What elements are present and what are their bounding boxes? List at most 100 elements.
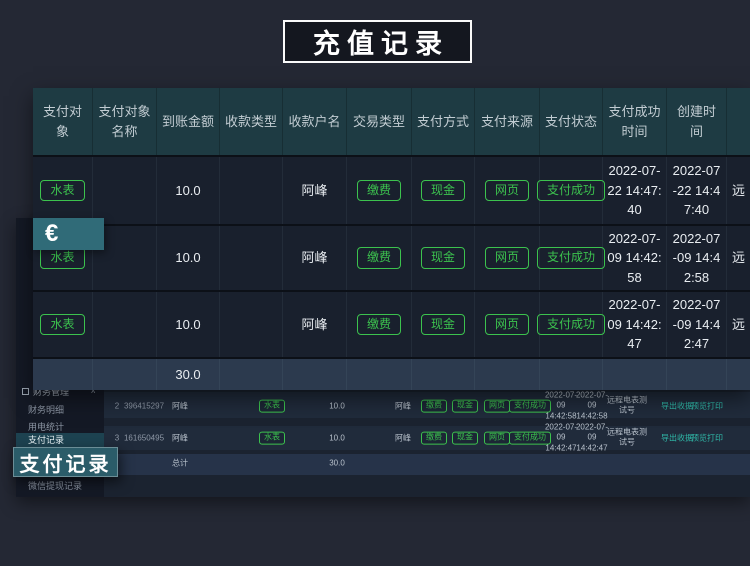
success-time-cell: 2022-07-09 14:42:58 (607, 229, 662, 288)
create-time-cell: 2022-07-22 14:47:40 (671, 161, 722, 220)
web-badge: 网页 (485, 314, 529, 336)
pay-object-badge: 水表 (259, 400, 285, 413)
success-time-cell: 2022-07-09 14:42:47 (607, 295, 662, 354)
user-name: 阿峰 (172, 401, 188, 412)
success-badge: 支付成功 (537, 180, 605, 202)
col-header-success-time: 支付成功时间 (603, 88, 667, 155)
amount-cell: 10.0 (157, 226, 220, 290)
total-amount-cell: 30.0 (157, 359, 220, 390)
success-badge: 支付成功 (537, 247, 605, 269)
pay-fee-badge: 缴费 (421, 400, 447, 413)
col-header-collection-type: 收款类型 (220, 88, 283, 155)
cash-badge: 现金 (421, 314, 465, 336)
sidebar-item-payment-records[interactable]: 支付记录 (16, 433, 104, 448)
create-time-cell: 2022-07-09 14:42:47 (671, 295, 722, 354)
cash-badge: 现金 (452, 400, 478, 413)
finance-section-icon (22, 388, 29, 395)
col-header-pay-source: 支付来源 (475, 88, 540, 155)
pay-source-badge: 网页 (484, 400, 510, 413)
account-name-cell: 阿峰 (283, 226, 347, 290)
remark-clipped-cell: 远 (727, 292, 750, 357)
object-name-cell (93, 292, 157, 357)
pay-method-badge: 现金 (452, 432, 478, 445)
water-meter-badge: 水表 (259, 400, 285, 413)
pay-object-badge: 水表 (259, 432, 285, 445)
web-badge: 网页 (485, 180, 529, 202)
water-meter-badge: 水表 (40, 180, 84, 202)
water-meter-badge: 水表 (40, 314, 84, 336)
row-index: 3 (115, 434, 119, 443)
row-index: 2 (115, 402, 119, 411)
trade-type-badge: 缴费 (421, 400, 447, 413)
amount: 10.0 (329, 434, 345, 443)
pay-fee-badge: 缴费 (357, 180, 401, 202)
web-badge: 网页 (484, 400, 510, 413)
amount-cell: 10.0 (157, 157, 220, 224)
table-row: 水表 10.0 阿峰 缴费 现金 网页 支付成功 2022-07-22 14:4… (33, 155, 750, 224)
water-meter-badge: 水表 (259, 432, 285, 445)
account-name-cell: 阿峰 (283, 157, 347, 224)
web-badge: 网页 (485, 247, 529, 269)
col-header-pay-object: 支付对象 (33, 88, 93, 155)
preview-print-link[interactable]: 预览打印 (691, 401, 723, 412)
col-header-pay-method: 支付方式 (412, 88, 475, 155)
collection-type-cell (220, 292, 283, 357)
water-meter-badge: 水表 (40, 247, 84, 269)
account-name-cell: 阿峰 (283, 292, 347, 357)
col-header-create-time: 创建时间 (667, 88, 727, 155)
account-name: 阿峰 (395, 401, 411, 412)
user-name: 阿峰 (172, 433, 188, 444)
cash-badge: 现金 (452, 432, 478, 445)
remark-clipped-cell: 远 (727, 157, 750, 224)
account-name: 阿峰 (395, 433, 411, 444)
total-label: 总计 (172, 458, 188, 469)
page-title: 充值记录 (306, 22, 449, 61)
table-header-row: 支付对象 支付对象名称 到账金额 收款类型 收款户名 交易类型 支付方式 支付来… (33, 88, 750, 155)
amount-cell: 10.0 (157, 292, 220, 357)
order-number: 396415297 (124, 402, 164, 411)
page: 财务管理 ∧ 财务明细 用电统计 支付记录 微信提现记录 2 396415297… (0, 0, 750, 566)
trade-type-badge: 缴费 (421, 432, 447, 445)
col-header-trade-type: 交易类型 (347, 88, 412, 155)
col-header-amount: 到账金额 (157, 88, 220, 155)
remark-clipped-cell: 远 (727, 226, 750, 290)
amount: 10.0 (329, 402, 345, 411)
app-logo: € (33, 218, 104, 250)
export-receipt-link[interactable]: 导出收据 (661, 401, 693, 412)
table-total-row (104, 454, 750, 475)
create-time: 2022-07-09 14:42:58 (574, 390, 610, 421)
total-amount: 30.0 (329, 459, 345, 468)
export-receipt-link[interactable]: 导出收据 (661, 433, 693, 444)
table-total-row: 30.0 (33, 357, 750, 390)
collection-type-cell (220, 157, 283, 224)
order-number: 161650495 (124, 434, 164, 443)
sidebar-item-finance-detail[interactable]: 财务明细 (16, 403, 104, 418)
remark: 远程电表测试号 (606, 396, 648, 417)
collection-type-cell (220, 226, 283, 290)
pay-source-badge: 网页 (484, 432, 510, 445)
col-header-clipped (727, 88, 750, 155)
euro-logo-icon: € (45, 220, 58, 248)
remark: 远程电表测试号 (606, 428, 648, 449)
pay-method-badge: 现金 (452, 400, 478, 413)
table-row: 水表 10.0 阿峰 缴费 现金 网页 支付成功 2022-07-09 14:4… (33, 224, 750, 290)
table-row: 水表 10.0 阿峰 缴费 现金 网页 支付成功 2022-07-09 14:4… (33, 290, 750, 357)
preview-print-link[interactable]: 预览打印 (691, 433, 723, 444)
cash-badge: 现金 (421, 180, 465, 202)
payment-records-callout[interactable]: 支付记录 (13, 447, 118, 477)
web-badge: 网页 (484, 432, 510, 445)
object-name-cell (93, 157, 157, 224)
col-header-pay-status: 支付状态 (540, 88, 603, 155)
pay-fee-badge: 缴费 (357, 314, 401, 336)
page-title-box: 充值记录 (283, 20, 472, 63)
success-time-cell: 2022-07-22 14:47:40 (607, 161, 662, 220)
pay-fee-badge: 缴费 (357, 247, 401, 269)
recharge-table: 支付对象 支付对象名称 到账金额 收款类型 收款户名 交易类型 支付方式 支付来… (33, 88, 750, 390)
col-header-object-name: 支付对象名称 (93, 88, 157, 155)
sidebar-item-wechat-withdraw-records[interactable]: 微信提现记录 (16, 479, 104, 494)
col-header-account-name: 收款户名 (283, 88, 347, 155)
create-time-cell: 2022-07-09 14:42:58 (671, 229, 722, 288)
create-time: 2022-07-09 14:42:47 (574, 422, 610, 453)
cash-badge: 现金 (421, 247, 465, 269)
pay-fee-badge: 缴费 (421, 432, 447, 445)
